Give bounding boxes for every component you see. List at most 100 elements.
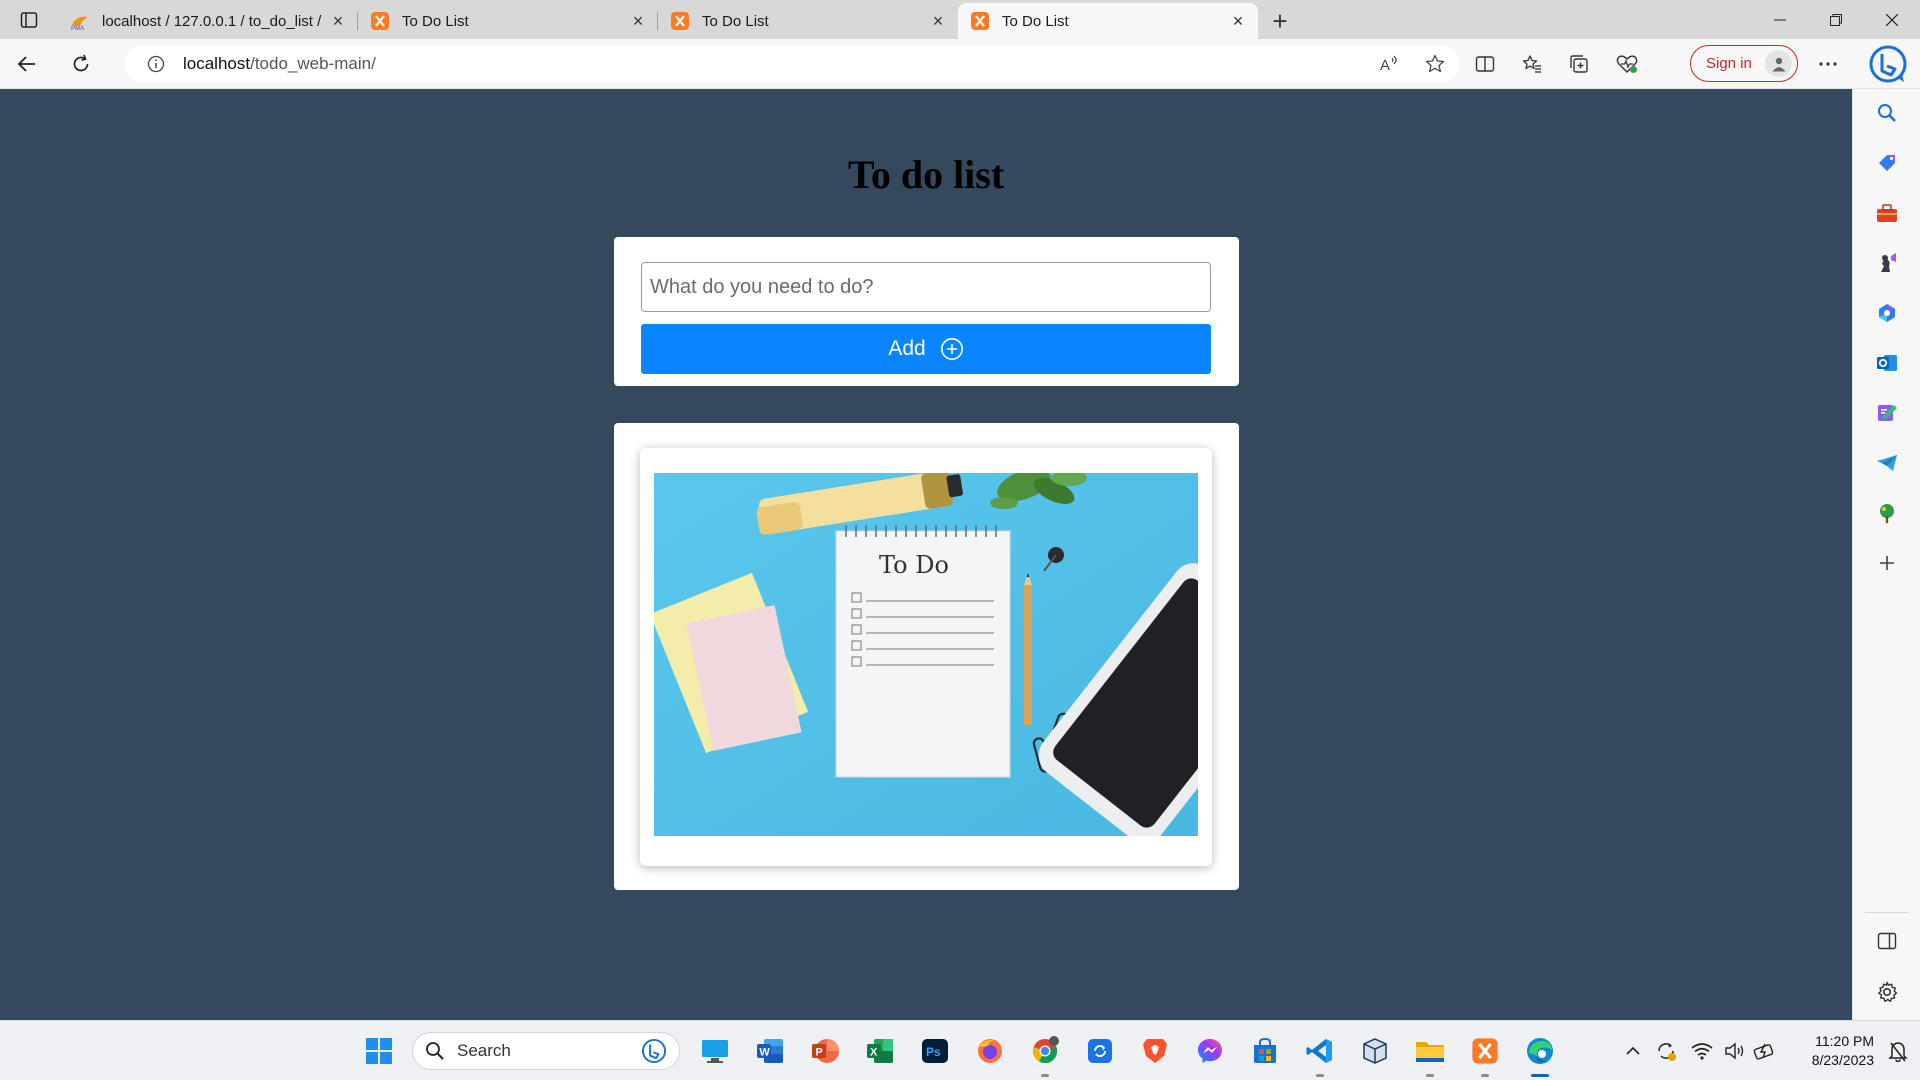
xampp-icon: [371, 12, 389, 30]
tray-volume-button[interactable]: [1720, 1021, 1750, 1080]
taskbar-word[interactable]: W: [745, 1021, 795, 1080]
firefox-icon: [978, 1039, 1002, 1063]
sign-in-button[interactable]: Sign in: [1690, 45, 1798, 82]
back-arrow-icon: [17, 55, 35, 72]
sidebar-designer-button[interactable]: [1853, 393, 1920, 433]
tab-title: To Do List: [1002, 12, 1069, 30]
brave-icon: [1143, 1039, 1167, 1063]
taskbar-powerpoint[interactable]: P: [800, 1021, 850, 1080]
taskbar-excel[interactable]: X: [855, 1021, 905, 1080]
telegram-icon: [1877, 455, 1897, 471]
close-tab-icon[interactable]: ×: [928, 11, 948, 31]
taskbar-chrome[interactable]: [1020, 1021, 1070, 1080]
close-tab-icon[interactable]: ×: [1228, 11, 1248, 31]
notifications-button[interactable]: [1880, 1021, 1916, 1080]
close-tab-icon[interactable]: ×: [628, 11, 648, 31]
favorite-star-icon[interactable]: [1425, 54, 1445, 74]
split-screen-icon[interactable]: [1475, 54, 1495, 74]
read-aloud-icon[interactable]: A: [1379, 54, 1399, 74]
refresh-button[interactable]: [54, 39, 108, 89]
hide-sidebar-button[interactable]: [1853, 921, 1920, 961]
file-explorer-icon: [1416, 1042, 1444, 1062]
volume-icon: [1725, 1042, 1744, 1060]
browser-toolbar: localhost/todo_web-main/ A Sign in: [0, 39, 1920, 89]
tray-wifi-button[interactable]: [1684, 1021, 1720, 1080]
search-icon: [1878, 104, 1896, 122]
edge-icon: [1527, 1038, 1553, 1064]
photoshop-icon: Ps: [922, 1039, 948, 1063]
sidebar-outlook-button[interactable]: [1853, 343, 1920, 383]
taskbar-file-explorer[interactable]: [1405, 1021, 1455, 1080]
taskbar-clock[interactable]: 11:20 PM 8/23/2023: [1790, 1032, 1874, 1070]
image-frame: To Do: [640, 448, 1212, 866]
running-indicator: [1316, 1074, 1324, 1077]
settings-icon: [1878, 981, 1898, 1002]
taskbar-store[interactable]: [1240, 1021, 1290, 1080]
tab-todo-active[interactable]: To Do List ×: [958, 3, 1258, 39]
remote-desktop-icon: [702, 1040, 728, 1063]
sidebar-tree-button[interactable]: [1853, 493, 1920, 533]
start-button[interactable]: [354, 1021, 404, 1080]
tray-battery-button[interactable]: [1750, 1021, 1780, 1080]
taskbar-xampp[interactable]: [1460, 1021, 1510, 1080]
taskbar-photoshop[interactable]: Ps: [910, 1021, 960, 1080]
url-path: /todo_web-main/: [250, 54, 376, 73]
tray-sync-button[interactable]: [1648, 1021, 1684, 1080]
taskbar-virtualbox[interactable]: [1350, 1021, 1400, 1080]
xampp-icon: [1472, 1038, 1498, 1064]
taskbar-sync-app[interactable]: [1075, 1021, 1125, 1080]
taskbar-messenger[interactable]: [1185, 1021, 1235, 1080]
taskbar-firefox[interactable]: [965, 1021, 1015, 1080]
taskbar-edge[interactable]: [1515, 1021, 1565, 1080]
taskbar-search-label: Search: [457, 1041, 511, 1060]
todo-input[interactable]: [641, 262, 1211, 312]
sidebar-tools-button[interactable]: [1853, 193, 1920, 233]
taskbar-brave[interactable]: [1130, 1021, 1180, 1080]
sidebar-settings-button[interactable]: [1853, 972, 1920, 1012]
copilot-button[interactable]: [1865, 39, 1911, 89]
sidebar-copilot-button[interactable]: [1853, 293, 1920, 333]
sidebar-shopping-button[interactable]: [1853, 143, 1920, 183]
favorites-icon[interactable]: [1522, 54, 1542, 74]
restore-button[interactable]: [1808, 0, 1864, 39]
browser-essentials-icon[interactable]: [1616, 54, 1638, 74]
taskbar-remote-desktop[interactable]: [690, 1021, 740, 1080]
show-hidden-icons-button[interactable]: [1618, 1021, 1648, 1080]
system-tray: 11:20 PM 8/23/2023: [1618, 1021, 1920, 1080]
close-tab-icon[interactable]: ×: [328, 11, 348, 31]
close-window-button[interactable]: [1864, 0, 1920, 39]
collections-icon[interactable]: [1569, 54, 1589, 74]
back-button[interactable]: [0, 39, 54, 89]
address-bar[interactable]: localhost/todo_web-main/ A: [125, 45, 1459, 83]
phpmyadmin-icon: PMA: [71, 16, 88, 31]
sidebar-games-button[interactable]: [1853, 243, 1920, 283]
tab-todo-1[interactable]: To Do List ×: [358, 3, 658, 39]
page-viewport: To do list Add: [0, 89, 1852, 1020]
bing-icon: [641, 1038, 667, 1064]
tab-actions-button[interactable]: [0, 0, 58, 39]
close-icon: [1886, 13, 1898, 26]
tab-title: localhost / 127.0.0.1 / to_do_list /: [102, 12, 322, 30]
active-indicator: [1531, 1074, 1549, 1077]
tab-phpmyadmin[interactable]: PMA localhost / 127.0.0.1 / to_do_list /…: [58, 3, 358, 39]
site-info-icon[interactable]: [147, 55, 165, 73]
add-button[interactable]: Add: [641, 324, 1211, 374]
url-text: localhost/todo_web-main/: [183, 54, 376, 74]
shopping-tag-icon: [1879, 155, 1895, 171]
more-options-button[interactable]: [1810, 39, 1846, 89]
clock-time: 11:20 PM: [1815, 1033, 1874, 1049]
sidebar-toggle-icon: [1877, 932, 1897, 950]
xampp-icon: [671, 12, 689, 30]
taskbar-vscode[interactable]: [1295, 1021, 1345, 1080]
games-icon: [1881, 253, 1896, 272]
tab-todo-2[interactable]: To Do List ×: [658, 3, 958, 39]
add-button-label: Add: [888, 337, 926, 360]
minimize-button[interactable]: [1752, 0, 1808, 39]
sidebar-telegram-button[interactable]: [1853, 443, 1920, 483]
sidebar-add-button[interactable]: [1853, 543, 1920, 583]
sidebar-divider: [1865, 912, 1909, 913]
new-tab-button[interactable]: +: [1258, 3, 1302, 39]
sidebar-search-button[interactable]: [1853, 93, 1920, 133]
taskbar-search-box[interactable]: Search: [412, 1032, 680, 1070]
page-title: To do list: [847, 152, 1005, 197]
